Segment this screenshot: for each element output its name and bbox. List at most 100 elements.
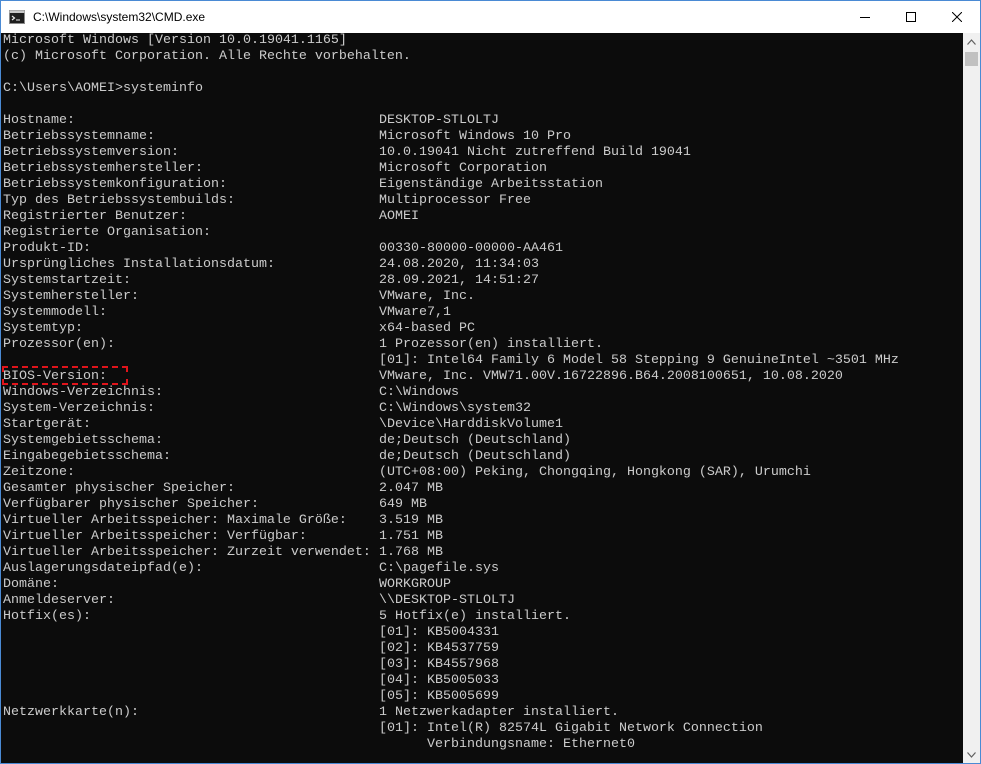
info-value: de;Deutsch (Deutschland) bbox=[379, 449, 571, 464]
info-key: BIOS-Version: bbox=[3, 369, 107, 384]
info-row: Prozessor(en): 1 Prozessor(en) installier… bbox=[3, 337, 899, 353]
minimize-button[interactable] bbox=[842, 1, 888, 33]
info-value: 1.768 MB bbox=[379, 545, 443, 560]
info-value: 24.08.2020, 11:34:03 bbox=[379, 257, 539, 272]
console-header-line: (c) Microsoft Corporation. Alle Rechte v… bbox=[3, 49, 899, 65]
info-key: Domäne: bbox=[3, 577, 59, 592]
info-value: 5 Hotfix(e) installiert. bbox=[379, 609, 571, 624]
console-text: C:\Users\AOMEI>systeminfo bbox=[3, 81, 203, 96]
info-row: [04]: KB5005033 bbox=[3, 673, 899, 689]
info-key: Zeitzone: bbox=[3, 465, 75, 480]
vertical-scrollbar[interactable] bbox=[963, 33, 980, 763]
info-row: Verbindungsname: Ethernet0 bbox=[3, 737, 899, 753]
info-value: 2.047 MB bbox=[379, 481, 443, 496]
info-row: Virtueller Arbeitsspeicher: Verfügbar: 1.… bbox=[3, 529, 899, 545]
info-row: Systemgebietsschema: de;Deutsch (Deutschl… bbox=[3, 433, 899, 449]
cmd-icon bbox=[9, 10, 25, 24]
scroll-up-button[interactable] bbox=[963, 33, 980, 50]
info-key: Windows-Verzeichnis: bbox=[3, 385, 163, 400]
console-output[interactable]: Microsoft Windows [Version 10.0.19041.11… bbox=[1, 33, 963, 763]
info-row: Betriebssystemhersteller: Microsoft Corpo… bbox=[3, 161, 899, 177]
info-row: Systemmodell: VMware7,1 bbox=[3, 305, 899, 321]
console-lines: Microsoft Windows [Version 10.0.19041.11… bbox=[3, 33, 899, 753]
console-text: (c) Microsoft Corporation. Alle Rechte v… bbox=[3, 49, 411, 64]
info-key: Virtueller Arbeitsspeicher: Verfügbar: bbox=[3, 529, 307, 544]
window-title: C:\Windows\system32\CMD.exe bbox=[33, 10, 206, 24]
info-value: 00330-80000-00000-AA461 bbox=[379, 241, 563, 256]
info-row: Zeitzone: (UTC+08:00) Peking, Chongqing, … bbox=[3, 465, 899, 481]
title-bar[interactable]: C:\Windows\system32\CMD.exe bbox=[1, 1, 980, 33]
info-key: Prozessor(en): bbox=[3, 337, 115, 352]
scrollbar-thumb[interactable] bbox=[965, 52, 978, 66]
console-header-line: C:\Users\AOMEI>systeminfo bbox=[3, 81, 899, 97]
info-row: [03]: KB4557968 bbox=[3, 657, 899, 673]
info-value: Eigenständige Arbeitsstation bbox=[379, 177, 603, 192]
info-key: Betriebssystemversion: bbox=[3, 145, 179, 160]
info-row: Auslagerungsdateipfad(e): C:\pagefile.sys bbox=[3, 561, 899, 577]
info-value: [01]: KB5004331 bbox=[379, 625, 499, 640]
info-value: [01]: Intel(R) 82574L Gigabit Network Co… bbox=[379, 721, 763, 736]
info-value: (UTC+08:00) Peking, Chongqing, Hongkong … bbox=[379, 465, 811, 480]
info-key: Hostname: bbox=[3, 113, 75, 128]
info-value: AOMEI bbox=[379, 209, 419, 224]
close-icon bbox=[952, 12, 962, 22]
console-header-line: Microsoft Windows [Version 10.0.19041.11… bbox=[3, 33, 899, 49]
info-key: Systemhersteller: bbox=[3, 289, 139, 304]
info-key: Produkt-ID: bbox=[3, 241, 91, 256]
info-value: VMware7,1 bbox=[379, 305, 451, 320]
info-key: Systemgebietsschema: bbox=[3, 433, 163, 448]
maximize-icon bbox=[906, 12, 916, 22]
info-row: Eingabegebietsschema: de;Deutsch (Deutsch… bbox=[3, 449, 899, 465]
info-value: Microsoft Corporation bbox=[379, 161, 547, 176]
info-key: Betriebssystemkonfiguration: bbox=[3, 177, 227, 192]
info-row: Anmeldeserver: \\DESKTOP-STLOLTJ bbox=[3, 593, 899, 609]
info-value: VMware, Inc. bbox=[379, 289, 475, 304]
info-key: Startgerät: bbox=[3, 417, 91, 432]
info-value: [03]: KB4557968 bbox=[379, 657, 499, 672]
info-value: Microsoft Windows 10 Pro bbox=[379, 129, 571, 144]
info-key: Registrierter Benutzer: bbox=[3, 209, 187, 224]
info-row: Systemstartzeit: 28.09.2021, 14:51:27 bbox=[3, 273, 899, 289]
info-value: x64-based PC bbox=[379, 321, 475, 336]
info-value: C:\Windows bbox=[379, 385, 459, 400]
info-value: 1.751 MB bbox=[379, 529, 443, 544]
info-value: Verbindungsname: Ethernet0 bbox=[427, 737, 635, 752]
info-row-bios-version: BIOS-Version: VMware, Inc. VMW71.00V.1672… bbox=[3, 369, 899, 385]
info-row: [01]: Intel(R) 82574L Gigabit Network Co… bbox=[3, 721, 899, 737]
console-text: Microsoft Windows [Version 10.0.19041.11… bbox=[3, 33, 347, 48]
info-row: Virtueller Arbeitsspeicher: Zurzeit verw… bbox=[3, 545, 899, 561]
info-key: Betriebssystemhersteller: bbox=[3, 161, 203, 176]
info-key: Systemmodell: bbox=[3, 305, 107, 320]
info-key: Systemstartzeit: bbox=[3, 273, 131, 288]
info-key: Typ des Betriebssystembuilds: bbox=[3, 193, 235, 208]
info-row: Netzwerkkarte(n): 1 Netzwerkadapter insta… bbox=[3, 705, 899, 721]
info-key: Netzwerkkarte(n): bbox=[3, 705, 139, 720]
info-row: [02]: KB4537759 bbox=[3, 641, 899, 657]
cmd-window: C:\Windows\system32\CMD.exe Microsoft Wi… bbox=[0, 0, 981, 764]
info-key: Systemtyp: bbox=[3, 321, 83, 336]
maximize-button[interactable] bbox=[888, 1, 934, 33]
close-button[interactable] bbox=[934, 1, 980, 33]
info-value: DESKTOP-STLOLTJ bbox=[379, 113, 499, 128]
info-key: Eingabegebietsschema: bbox=[3, 449, 171, 464]
info-row: Gesamter physischer Speicher: 2.047 MB bbox=[3, 481, 899, 497]
info-value: Multiprocessor Free bbox=[379, 193, 531, 208]
info-row: Registrierter Benutzer: AOMEI bbox=[3, 209, 899, 225]
info-value: \\DESKTOP-STLOLTJ bbox=[379, 593, 515, 608]
info-value: \Device\HarddiskVolume1 bbox=[379, 417, 563, 432]
info-key: Gesamter physischer Speicher: bbox=[3, 481, 235, 496]
info-key: Hotfix(es): bbox=[3, 609, 91, 624]
info-row: Startgerät: \Device\HarddiskVolume1 bbox=[3, 417, 899, 433]
info-row: System-Verzeichnis: C:\Windows\system32 bbox=[3, 401, 899, 417]
scroll-down-button[interactable] bbox=[963, 746, 980, 763]
info-row: Ursprüngliches Installationsdatum: 24.08.… bbox=[3, 257, 899, 273]
console-header-line bbox=[3, 97, 899, 113]
info-row: Domäne: WORKGROUP bbox=[3, 577, 899, 593]
info-row: [05]: KB5005699 bbox=[3, 689, 899, 705]
info-value: WORKGROUP bbox=[379, 577, 451, 592]
info-row: Verfügbarer physischer Speicher: 649 MB bbox=[3, 497, 899, 513]
info-value: 1 Netzwerkadapter installiert. bbox=[379, 705, 619, 720]
info-key: Registrierte Organisation: bbox=[3, 225, 211, 240]
info-row: Windows-Verzeichnis: C:\Windows bbox=[3, 385, 899, 401]
info-row: Hostname: DESKTOP-STLOLTJ bbox=[3, 113, 899, 129]
